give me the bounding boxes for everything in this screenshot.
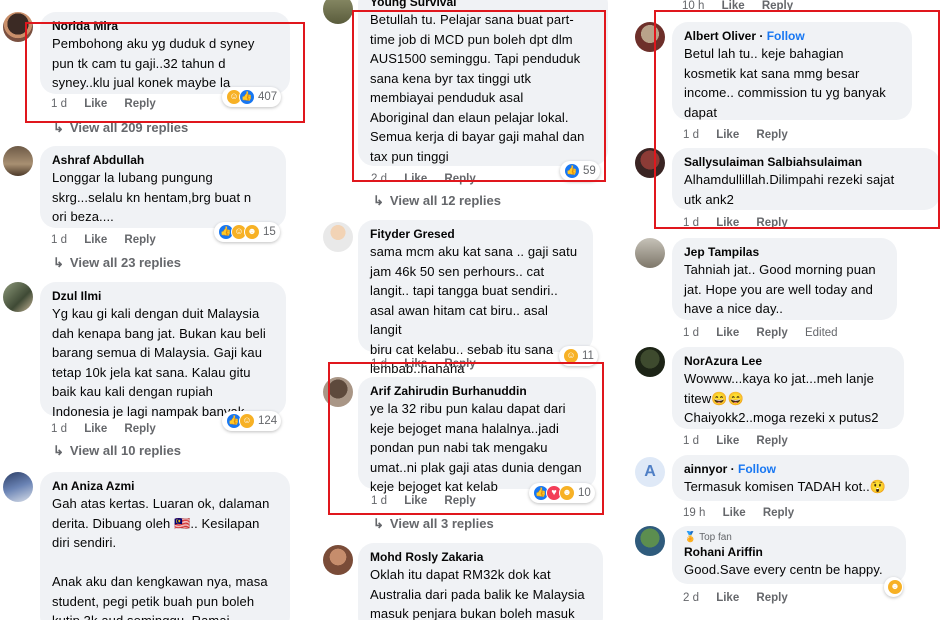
- comment-text: Termasuk komisen TADAH kot..😲: [684, 479, 887, 494]
- reaction-summary[interactable]: ☻: [884, 577, 903, 597]
- comment-text: Tahniah jat.. Good morning puan jat. Hop…: [684, 262, 876, 316]
- comments-column-3: 10 h Like Reply Albert Oliver · Follow B…: [630, 0, 950, 620]
- comment-norazura-lee: NorAzura Lee Wowww...kaya ko jat...meh l…: [635, 347, 935, 452]
- comment-text: Gah atas kertas. Luaran ok, dalaman deri…: [52, 496, 270, 620]
- comment-author[interactable]: Ashraf Abdullah: [52, 152, 274, 168]
- comment-author[interactable]: Mohd Rosly Zakaria: [370, 549, 591, 565]
- follow-link[interactable]: Follow: [738, 462, 776, 476]
- reply-button[interactable]: Reply: [756, 435, 787, 447]
- care-reaction-icon: ☻: [887, 579, 903, 595]
- comment-rohani-ariffin: 🏅 Top fan Rohani Ariffin Good.Save every…: [635, 526, 935, 620]
- avatar[interactable]: [323, 222, 353, 252]
- reaction-count: 11: [582, 350, 594, 362]
- like-button[interactable]: Like: [84, 423, 107, 435]
- comment-text: Oklah itu dapat RM32k dok kat Australia …: [370, 567, 585, 620]
- highlight-box: [25, 22, 305, 123]
- comment-author: ainnyor · Follow: [684, 462, 777, 476]
- view-replies-label: View all 12 replies: [389, 193, 501, 208]
- avatar[interactable]: [635, 526, 665, 556]
- comment-jep-tampilas: Jep Tampilas Tahniah jat.. Good morning …: [635, 238, 935, 343]
- view-replies-label: View all 10 replies: [69, 443, 181, 458]
- avatar[interactable]: [3, 282, 33, 312]
- comment-author[interactable]: An Aniza Azmi: [52, 478, 278, 494]
- comment-ashraf-abdullah: Ashraf Abdullah Longgar la lubang pungun…: [3, 143, 303, 273]
- like-button[interactable]: Like: [716, 592, 739, 604]
- reaction-summary[interactable]: 👍 ☺ 124: [222, 411, 282, 431]
- avatar[interactable]: [635, 347, 665, 377]
- avatar[interactable]: [323, 0, 353, 24]
- reply-arrow-icon: ↳: [373, 193, 384, 208]
- reply-button[interactable]: Reply: [756, 327, 787, 339]
- comment-fityder-gresed: Fityder Gresed sama mcm aku kat sana .. …: [323, 218, 613, 376]
- comment-author[interactable]: Fityder Gresed: [370, 226, 581, 242]
- highlight-box: [328, 362, 604, 515]
- comment-text: Yg kau gi kali dengan duit Malaysia dah …: [52, 306, 266, 419]
- comment-mohd-rosly-zakaria: Mohd Rosly Zakaria Oklah itu dapat RM32k…: [323, 543, 613, 620]
- comment-author[interactable]: NorAzura Lee: [684, 353, 892, 369]
- reply-arrow-icon: ↳: [53, 443, 64, 458]
- reply-button[interactable]: Reply: [124, 234, 155, 246]
- reply-button[interactable]: Reply: [124, 423, 155, 435]
- haha-reaction-icon: ☺: [239, 413, 255, 429]
- comment-author[interactable]: Jep Tampilas: [684, 244, 885, 260]
- comment-time[interactable]: 2 d: [683, 592, 699, 604]
- comment-text: Longgar la lubang pungung skrg...selalu …: [52, 170, 252, 224]
- reaction-count: 124: [258, 415, 278, 427]
- avatar[interactable]: [3, 146, 33, 176]
- highlight-box: [352, 10, 606, 182]
- view-replies-link[interactable]: ↳ View all 3 replies: [373, 516, 494, 532]
- view-replies-link[interactable]: ↳ View all 23 replies: [53, 255, 181, 271]
- comment-text: Wowww...kaya ko jat...meh lanje titew😄😄 …: [684, 371, 879, 425]
- reply-button[interactable]: Reply: [763, 507, 794, 519]
- avatar[interactable]: [323, 545, 353, 575]
- comments-column-1: Norida Mira Pembohong aku yg duduk d syn…: [0, 0, 310, 620]
- top-fan-label: Top fan: [699, 532, 732, 543]
- view-replies-link[interactable]: ↳ View all 10 replies: [53, 443, 181, 459]
- highlight-box: [654, 10, 940, 229]
- view-replies-label: View all 23 replies: [69, 255, 181, 270]
- like-button[interactable]: Like: [723, 507, 746, 519]
- view-replies-label: View all 3 replies: [389, 516, 494, 531]
- comment-author[interactable]: Rohani Ariffin: [684, 544, 894, 560]
- reply-arrow-icon: ↳: [53, 255, 64, 270]
- comment-time[interactable]: 1 d: [51, 423, 67, 435]
- comments-column-2: Young Survival Betullah tu. Pelajar sana…: [318, 0, 618, 620]
- comment-ainnyor: A ainnyor · Follow Termasuk komisen TADA…: [635, 455, 935, 527]
- reply-button[interactable]: Reply: [756, 592, 787, 604]
- avatar[interactable]: A: [635, 457, 665, 487]
- like-button[interactable]: Like: [716, 435, 739, 447]
- comment-time[interactable]: 1 d: [683, 435, 699, 447]
- like-button[interactable]: Like: [716, 327, 739, 339]
- author-name[interactable]: ainnyor: [684, 462, 727, 476]
- comment-time[interactable]: 19 h: [683, 507, 705, 519]
- top-fan-badge: 🏅 Top fan: [684, 532, 732, 543]
- like-button[interactable]: Like: [84, 234, 107, 246]
- comment-dzul-ilmi: Dzul Ilmi Yg kau gi kali dengan duit Mal…: [3, 280, 303, 465]
- edited-label: Edited: [804, 327, 838, 339]
- comment-text: Good.Save every centn be happy.: [684, 562, 883, 577]
- care-reaction-icon: ☻: [244, 224, 260, 240]
- comment-time[interactable]: 1 d: [51, 234, 67, 246]
- reaction-summary[interactable]: 👍 ☺ ☻ 15: [214, 222, 280, 242]
- avatar[interactable]: [3, 472, 33, 502]
- comment-time[interactable]: 1 d: [683, 327, 699, 339]
- comment-author[interactable]: Young Survival: [370, 0, 596, 10]
- reply-arrow-icon: ↳: [373, 516, 384, 531]
- view-replies-link[interactable]: ↳ View all 12 replies: [373, 193, 501, 209]
- comment-author[interactable]: Dzul Ilmi: [52, 288, 274, 304]
- avatar[interactable]: [635, 238, 665, 268]
- reaction-count: 15: [263, 226, 276, 238]
- comment-an-aniza-azmi: An Aniza Azmi Gah atas kertas. Luaran ok…: [3, 470, 303, 620]
